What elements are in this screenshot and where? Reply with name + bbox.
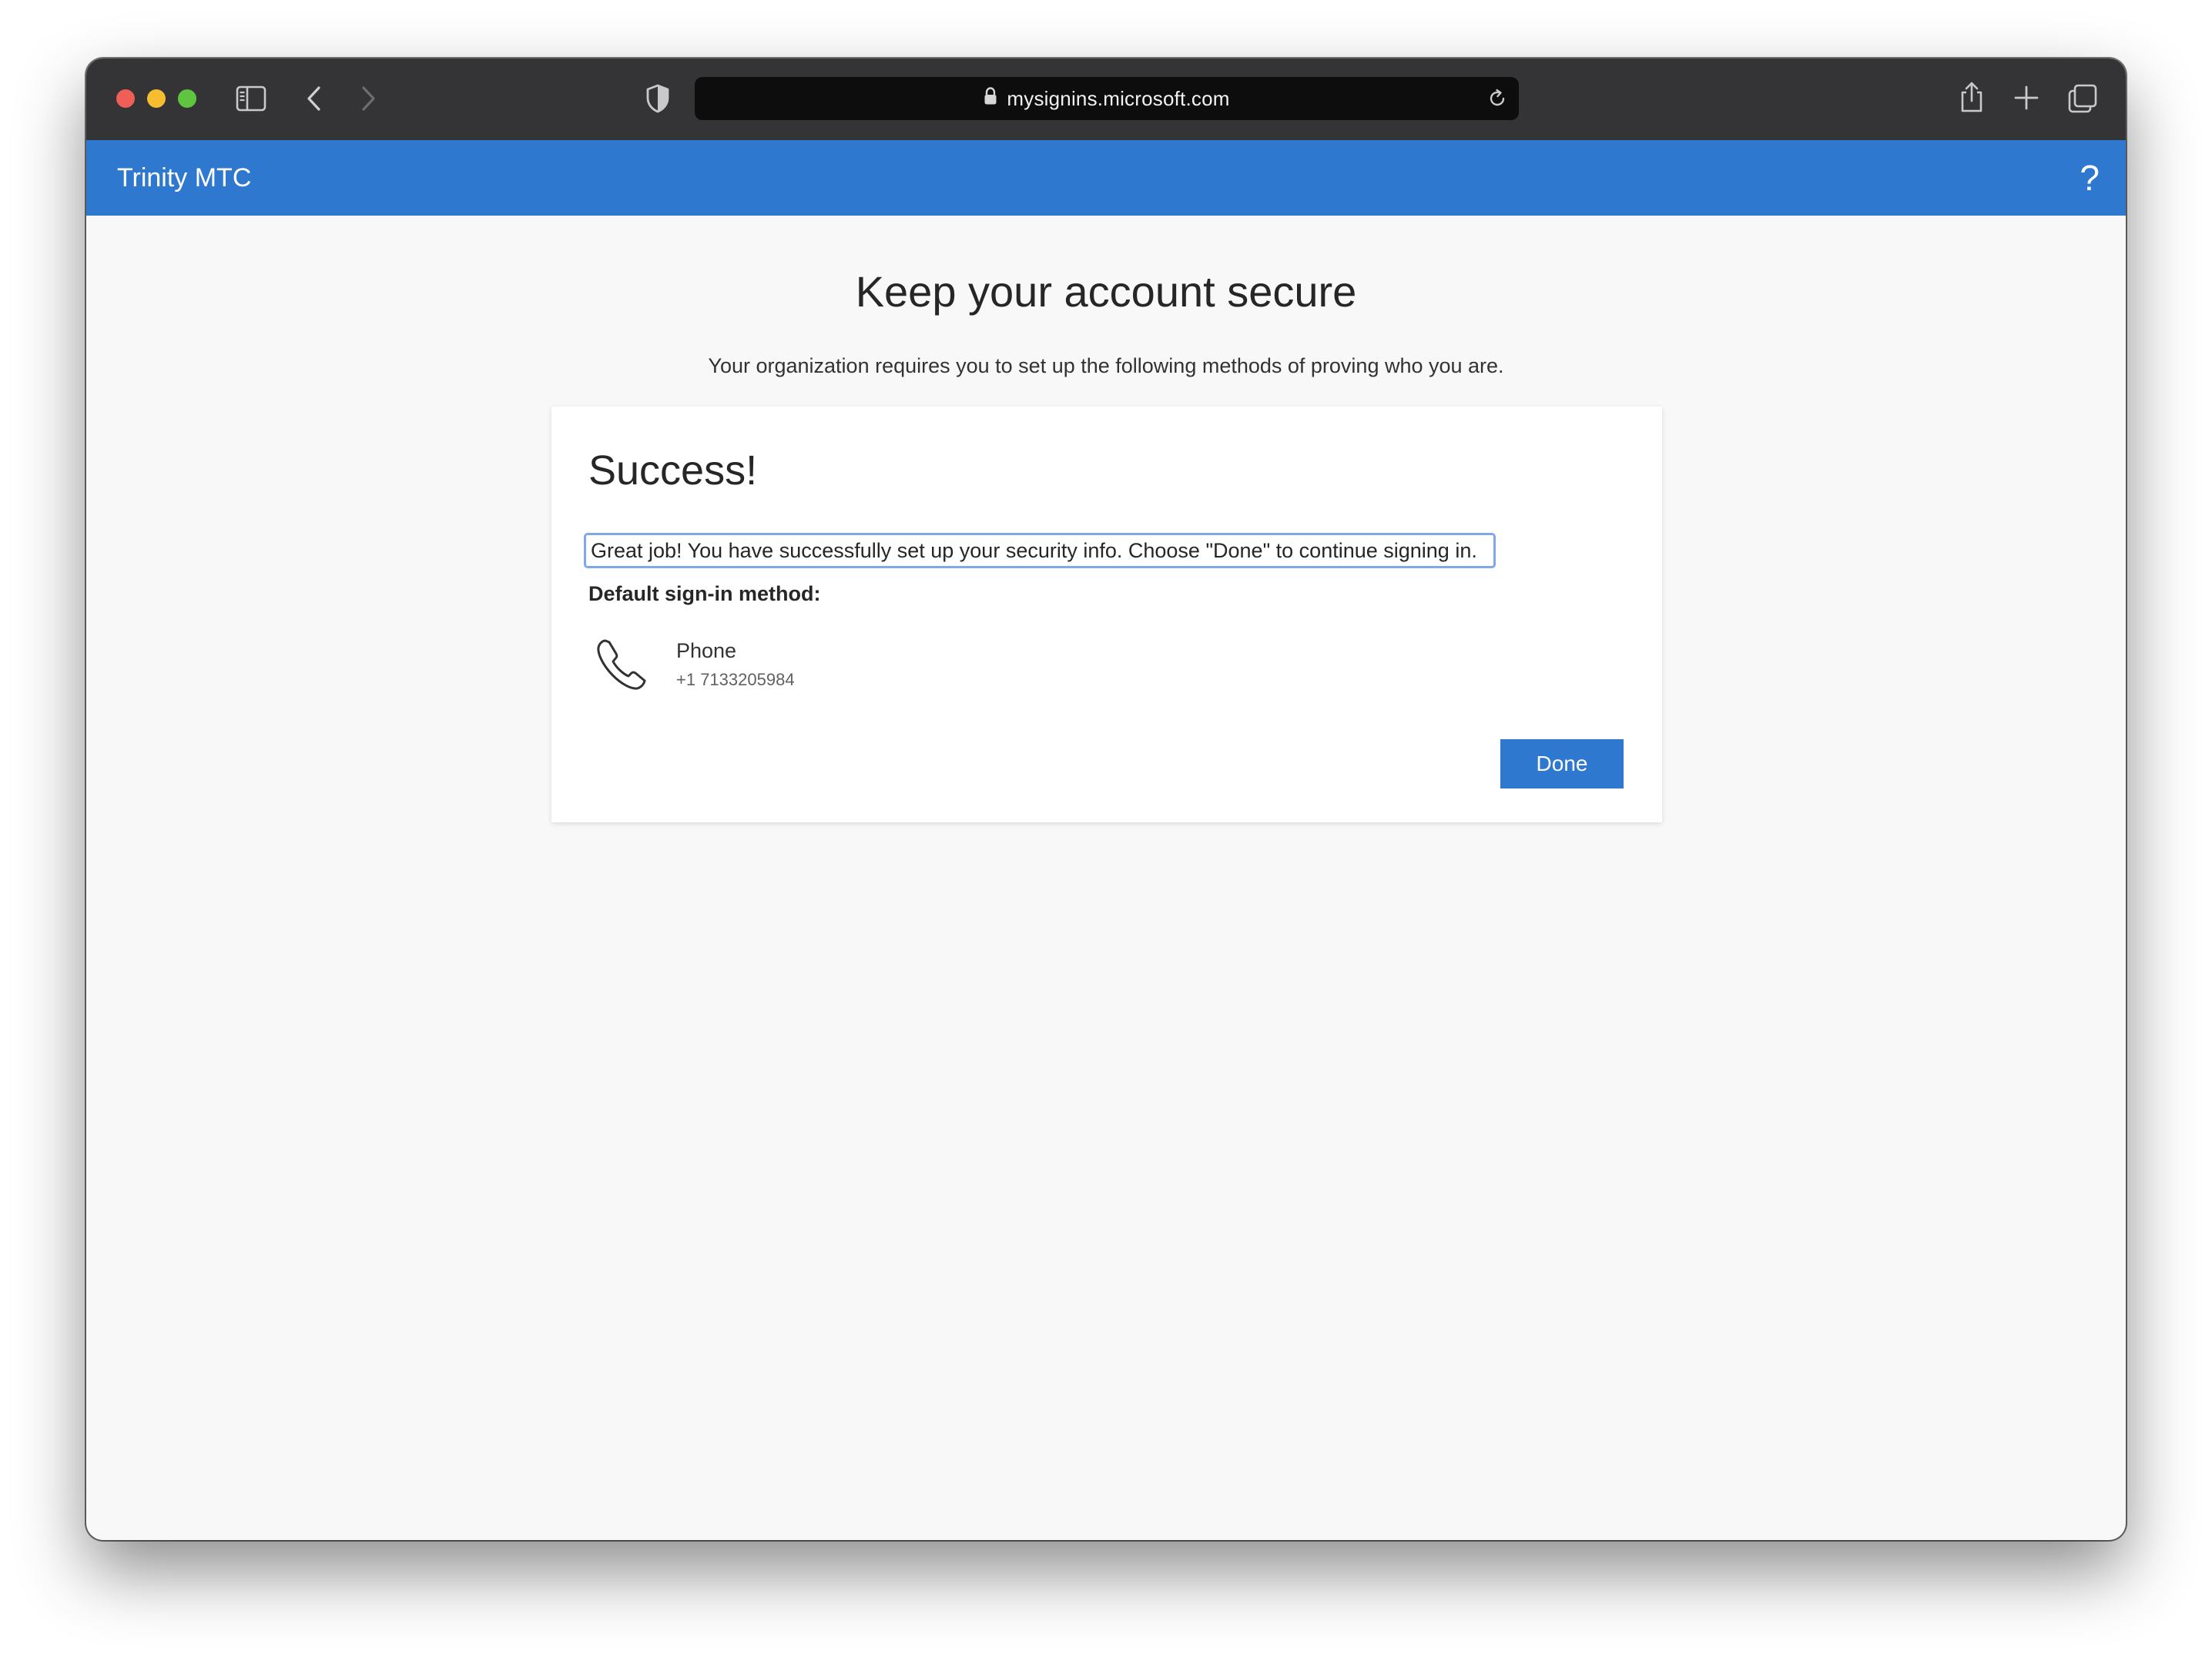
zoom-window-button[interactable]: [178, 89, 196, 108]
page-title: Keep your account secure: [855, 267, 1357, 316]
shield-icon[interactable]: [645, 83, 670, 114]
success-message: Great job! You have successfully set up …: [584, 533, 1496, 568]
chevron-right-icon[interactable]: [359, 85, 377, 112]
default-method-label: Default sign-in method:: [588, 582, 821, 605]
card-title: Success!: [588, 447, 758, 494]
method-name: Phone: [676, 639, 737, 662]
share-icon[interactable]: [1958, 80, 1986, 114]
minimize-window-button[interactable]: [147, 89, 166, 108]
url-text: mysignins.microsoft.com: [1007, 86, 1230, 110]
close-window-button[interactable]: [116, 89, 135, 108]
reload-icon[interactable]: [1486, 88, 1508, 113]
app-header: Trinity MTC ?: [86, 140, 2126, 216]
address-bar[interactable]: mysignins.microsoft.com: [695, 77, 1519, 120]
page-subtitle: Your organization requires you to set up…: [708, 354, 1504, 377]
sidebar-icon[interactable]: [236, 85, 266, 112]
browser-toolbar: mysignins.microsoft.com: [86, 59, 2126, 142]
chevron-left-icon[interactable]: [305, 85, 323, 112]
plus-icon[interactable]: [2013, 85, 2039, 111]
method-phone-number: +1 7133205984: [676, 670, 795, 689]
help-icon[interactable]: ?: [2080, 140, 2100, 216]
done-button[interactable]: Done: [1500, 739, 1624, 788]
phone-icon: [595, 636, 649, 697]
org-name: Trinity MTC: [117, 163, 252, 193]
lock-icon: [984, 86, 997, 111]
tabs-overview-icon[interactable]: [2067, 83, 2098, 114]
browser-window: mysignins.microsoft.com Trinity MTC ? Ke…: [86, 59, 2126, 1540]
success-card: Success! Great job! You have successfull…: [551, 407, 1662, 822]
